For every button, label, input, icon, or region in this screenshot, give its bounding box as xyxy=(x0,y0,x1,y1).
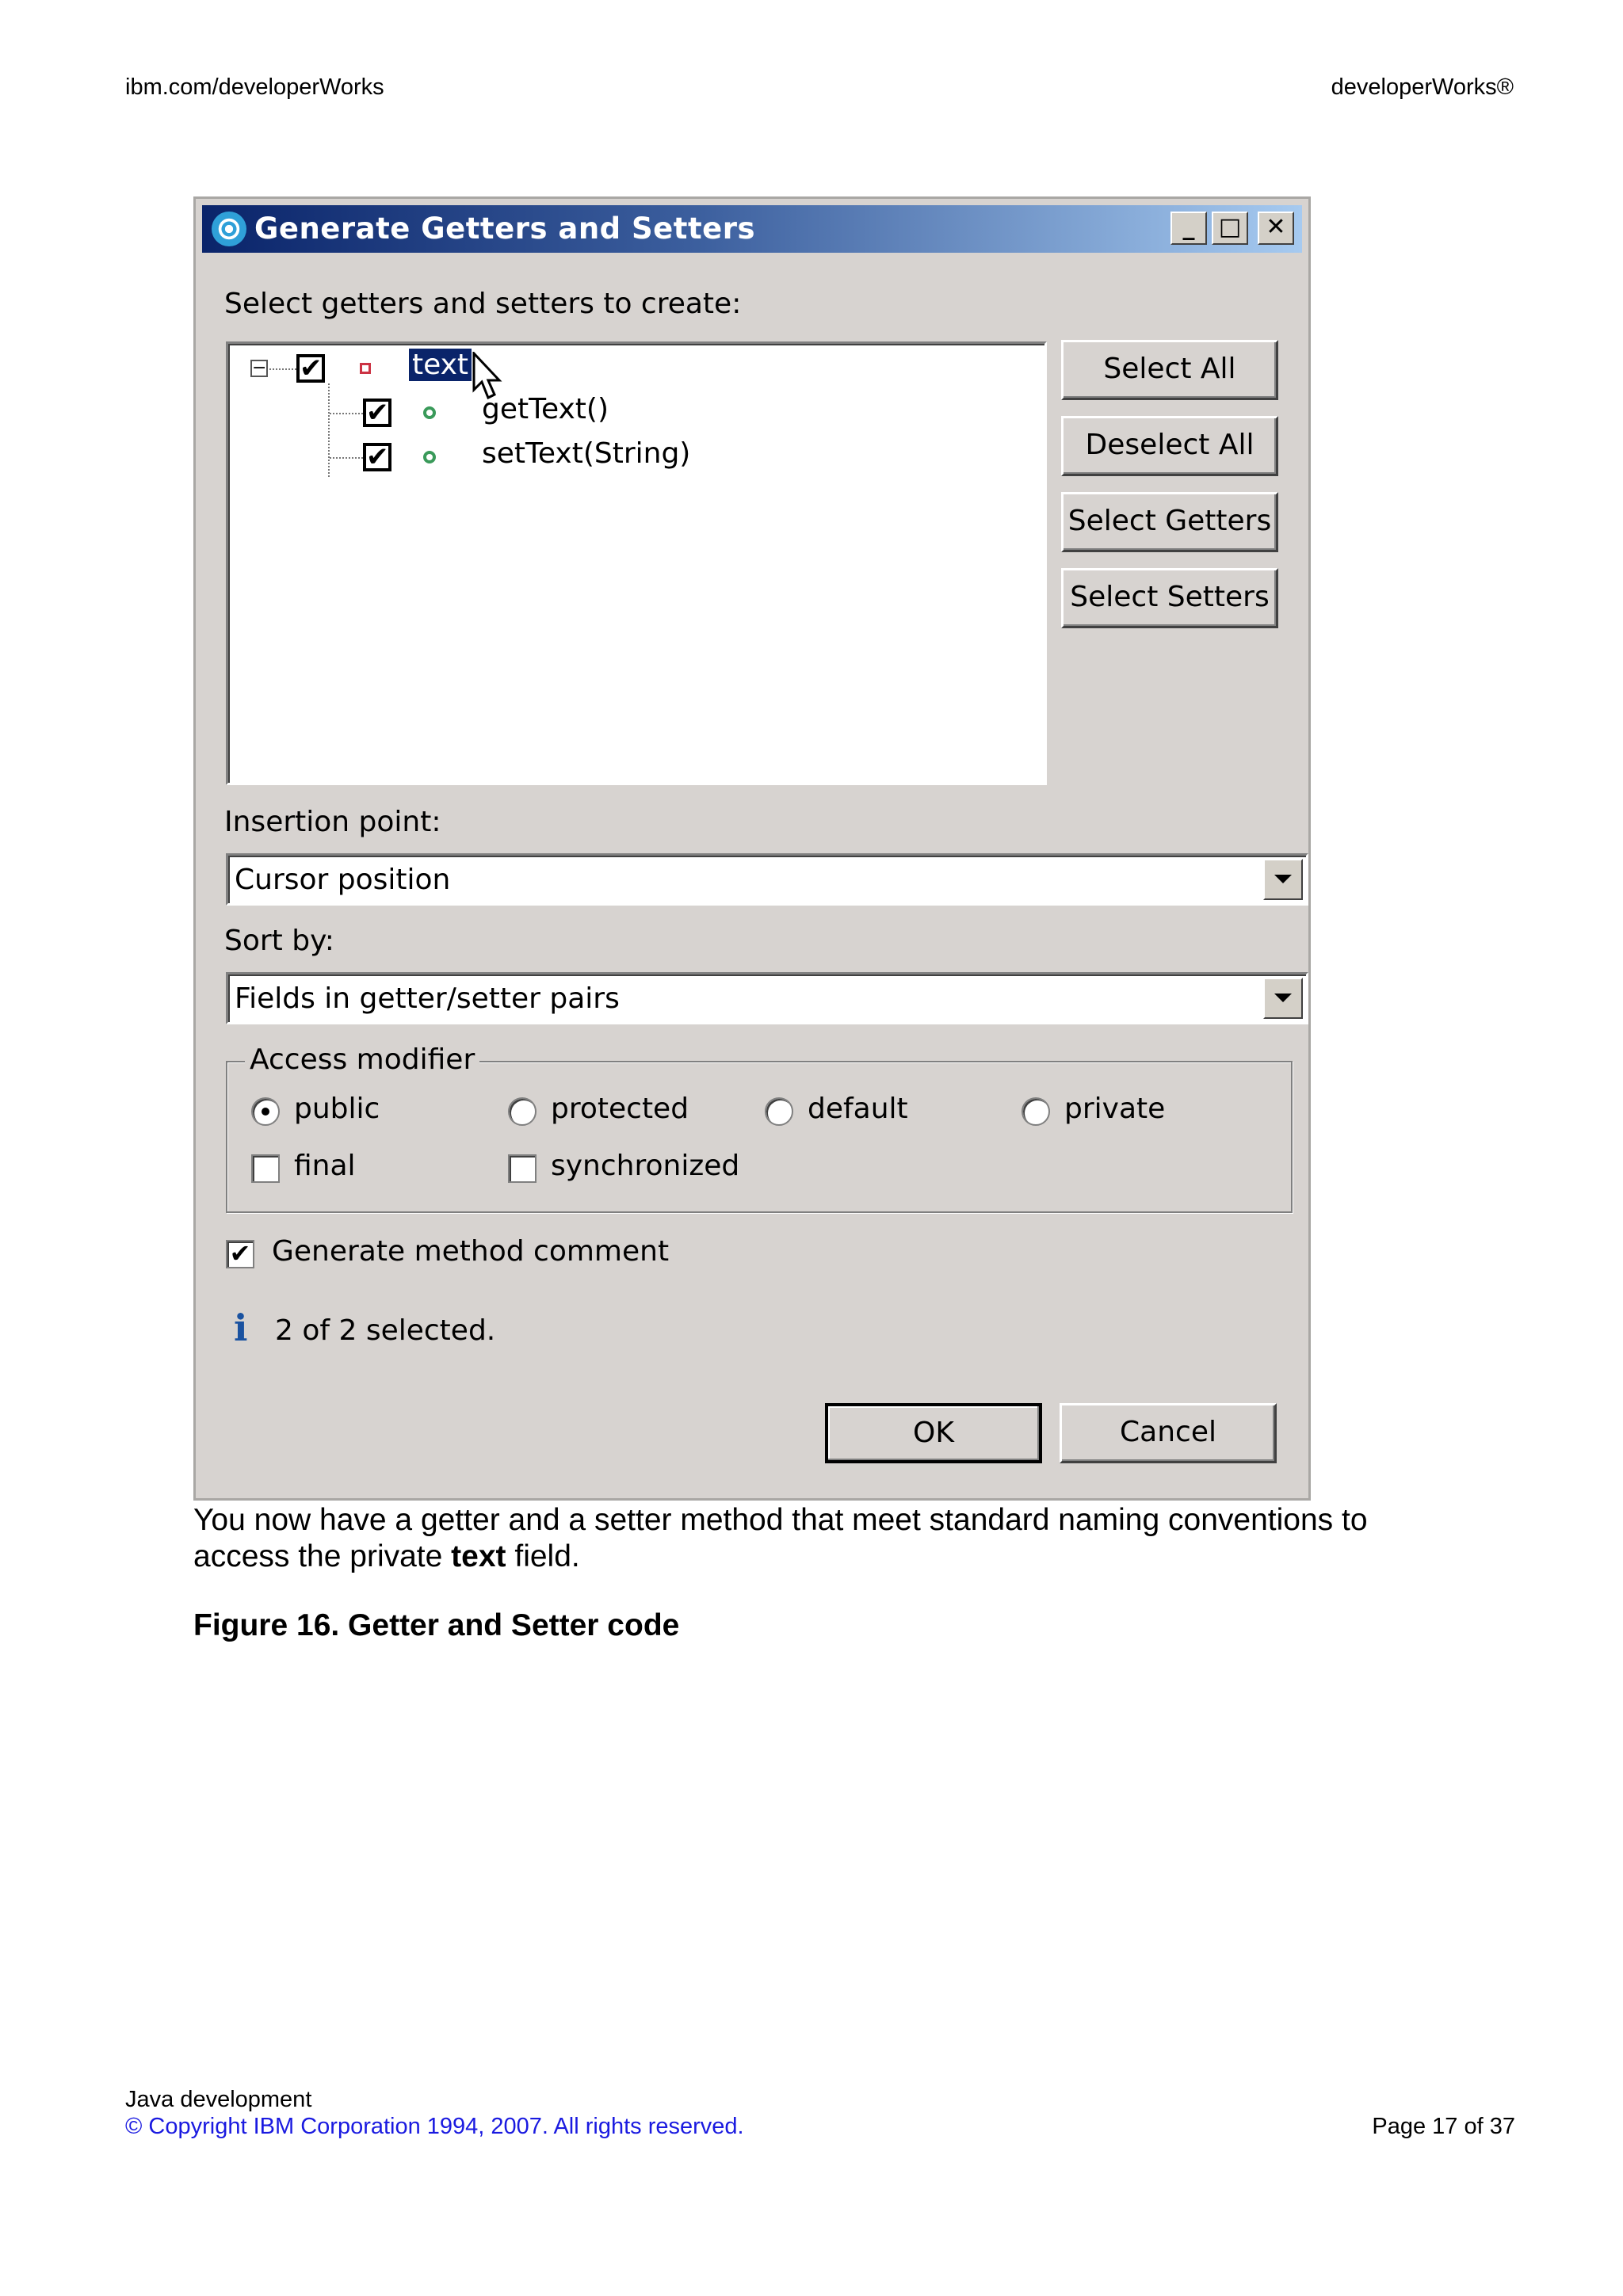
cancel-button[interactable]: Cancel xyxy=(1060,1403,1277,1463)
tree-connector xyxy=(269,368,296,370)
synchronized-label: synchronized xyxy=(551,1150,740,1182)
tree-connector xyxy=(330,457,363,459)
method-icon xyxy=(423,406,436,419)
paragraph-text: You now have a getter and a setter metho… xyxy=(193,1503,1368,1573)
checkbox-setText[interactable]: ✔ xyxy=(363,443,391,471)
final-label: final xyxy=(294,1150,356,1182)
access-modifier-legend: Access modifier xyxy=(245,1043,480,1076)
maximize-button[interactable]: □ xyxy=(1212,212,1248,245)
radio-public[interactable] xyxy=(251,1097,280,1126)
radio-default[interactable] xyxy=(765,1097,793,1126)
checkbox-synchronized[interactable] xyxy=(508,1154,537,1183)
info-icon: i xyxy=(234,1306,248,1349)
insertion-point-value: Cursor position xyxy=(235,864,451,896)
method-icon xyxy=(423,451,436,463)
radio-protected[interactable] xyxy=(508,1097,537,1126)
body-paragraph: You now have a getter and a setter metho… xyxy=(193,1502,1461,1575)
radio-private-label: private xyxy=(1064,1093,1166,1125)
generate-getters-setters-dialog: Generate Getters and Setters _ □ ✕ Selec… xyxy=(193,196,1311,1501)
generate-comment-label: Generate method comment xyxy=(272,1235,670,1268)
radio-protected-label: protected xyxy=(551,1093,689,1125)
tree-connector xyxy=(330,413,363,414)
field-icon xyxy=(360,363,371,374)
footer-copyright-link[interactable]: © Copyright IBM Corporation 1994, 2007. … xyxy=(125,2114,744,2140)
collapse-icon[interactable]: − xyxy=(250,360,268,377)
tree-item-text[interactable]: text xyxy=(409,349,472,381)
radio-default-label: default xyxy=(808,1093,908,1125)
sort-by-label: Sort by: xyxy=(224,925,334,957)
checkbox-field-text[interactable]: ✔ xyxy=(296,354,325,383)
ok-button[interactable]: OK xyxy=(825,1403,1042,1463)
paragraph-text-end: field. xyxy=(506,1539,580,1573)
paragraph-bold-text: text xyxy=(451,1539,506,1573)
dialog-title: Generate Getters and Setters xyxy=(254,212,756,246)
footer-page-number: Page 17 of 37 xyxy=(1372,2114,1515,2139)
figure-title: Figure 16. Getter and Setter code xyxy=(193,1608,680,1642)
eclipse-app-icon xyxy=(212,212,246,246)
prompt-label: Select getters and setters to create: xyxy=(224,288,742,320)
status-message: 2 of 2 selected. xyxy=(275,1314,496,1347)
insertion-point-select[interactable]: Cursor position xyxy=(226,853,1308,906)
sort-by-value: Fields in getter/setter pairs xyxy=(235,982,620,1015)
checkbox-generate-comment[interactable]: ✔ xyxy=(226,1240,254,1268)
deselect-all-button[interactable]: Deselect All xyxy=(1061,416,1278,476)
header-site: ibm.com/developerWorks xyxy=(125,74,384,100)
minimize-button[interactable]: _ xyxy=(1170,212,1207,245)
sort-by-select[interactable]: Fields in getter/setter pairs xyxy=(226,972,1308,1024)
select-all-button[interactable]: Select All xyxy=(1061,340,1278,400)
select-getters-button[interactable]: Select Getters xyxy=(1061,492,1278,552)
dialog-titlebar[interactable]: Generate Getters and Setters _ □ ✕ xyxy=(202,205,1302,253)
dropdown-arrow-icon[interactable] xyxy=(1263,859,1303,900)
radio-public-label: public xyxy=(294,1093,380,1125)
tree-item-setText[interactable]: setText(String) xyxy=(482,437,690,470)
radio-private[interactable] xyxy=(1022,1097,1050,1126)
select-setters-button[interactable]: Select Setters xyxy=(1061,568,1278,628)
tree-connector xyxy=(328,383,330,477)
close-button[interactable]: ✕ xyxy=(1258,212,1294,245)
dropdown-arrow-icon[interactable] xyxy=(1263,978,1303,1019)
insertion-point-label: Insertion point: xyxy=(224,806,441,838)
checkbox-getText[interactable]: ✔ xyxy=(363,399,391,427)
header-brand: developerWorks® xyxy=(1331,74,1514,100)
checkbox-final[interactable] xyxy=(251,1154,280,1183)
getter-setter-tree[interactable]: − ✔ text ✔ getText() ✔ setText(String) xyxy=(226,341,1047,785)
tree-item-getText[interactable]: getText() xyxy=(482,393,609,425)
access-modifier-group: Access modifier public protected default… xyxy=(226,1043,1293,1213)
footer-title: Java development xyxy=(125,2087,312,2112)
